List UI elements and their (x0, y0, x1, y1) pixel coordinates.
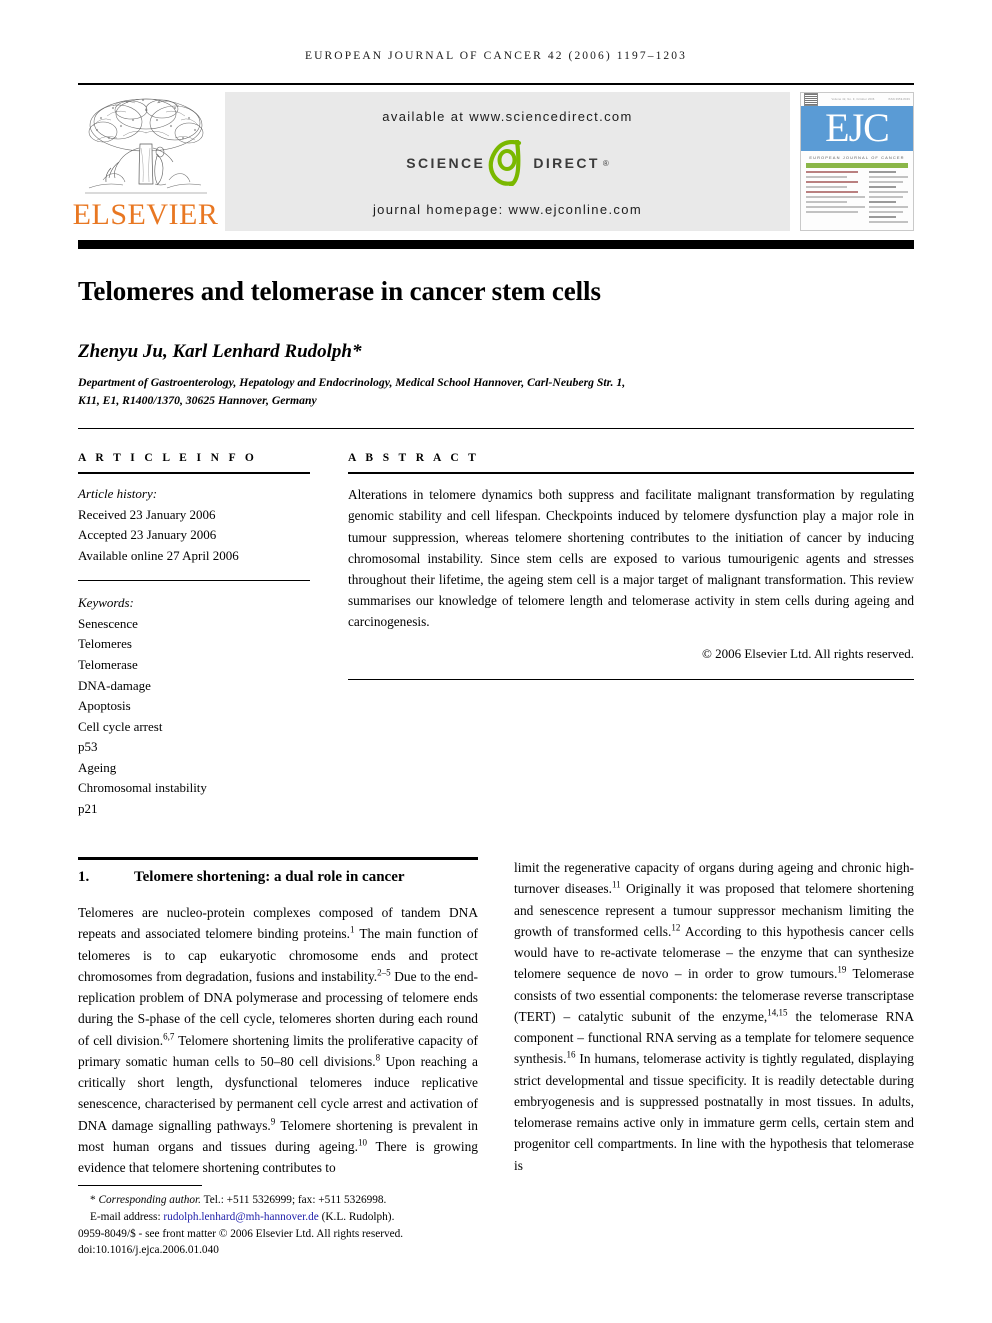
cover-contents-area (801, 171, 913, 230)
available-at-text: available at www.sciencedirect.com (382, 109, 633, 124)
issn-line: 0959-8049/$ - see front matter © 2006 El… (78, 1227, 404, 1240)
cover-contents-bar (806, 162, 908, 168)
affiliation: Department of Gastroenterology, Hepatolo… (78, 374, 914, 410)
cover-publisher-icon (804, 93, 818, 106)
abstract-bottom-rule (348, 679, 914, 681)
keyword-item: Chromosomal instability (78, 780, 207, 796)
cover-tagline: EUROPEAN JOURNAL OF CANCER (809, 154, 905, 160)
corresponding-author-label: Corresponding author. (98, 1194, 202, 1207)
masthead-bottom-bar (78, 240, 914, 249)
keyword-item: DNA-damage (78, 677, 151, 693)
footnote-block: * Corresponding author. Tel.: +511 53269… (78, 1185, 498, 1259)
email-label: E-mail address: (90, 1210, 161, 1223)
email-line: E-mail address: rudolph.lenhard@mh-hanno… (78, 1209, 498, 1226)
sciencedirect-banner: available at www.sciencedirect.com SCIEN… (225, 92, 790, 231)
cover-issn-text: ISSN 0959-8049 (888, 98, 910, 101)
body-left-column: 1. Telomere shortening: a dual role in c… (78, 857, 478, 1178)
email-attribution: (K.L. Rudolph). (321, 1210, 395, 1223)
cover-ejc-logo: EJC (825, 105, 890, 151)
email-link[interactable]: rudolph.lenhard@mh-hannover.de (163, 1211, 318, 1223)
keyword-item: Senescence (78, 615, 138, 631)
title-bottom-rule (78, 428, 914, 430)
cover-logo-band: EJC (801, 106, 913, 151)
article-history-item: Received 23 January 2006 (78, 506, 216, 522)
abstract-heading: A B S T R A C T (348, 452, 480, 465)
body-right-column: limit the regenerative capacity of organ… (514, 857, 914, 1178)
abstract-text: Alterations in telomere dynamics both su… (348, 487, 914, 630)
cover-volume-text: Volume 42, No. 9, October 2006 (831, 98, 875, 101)
abstract-rule (348, 472, 914, 475)
sciencedirect-direct-text: DIRECT (533, 155, 600, 171)
corresponding-marker: * (90, 1194, 96, 1207)
body-region: 1. Telomere shortening: a dual role in c… (78, 857, 914, 1178)
section-title: Telomere shortening: a dual role in canc… (134, 869, 405, 886)
article-history-item: Available online 27 April 2006 (78, 547, 239, 563)
article-info-heading: A R T I C L E I N F O (78, 452, 258, 465)
keyword-item: p53 (78, 739, 98, 755)
keyword-item: p21 (78, 800, 98, 816)
sciencedirect-science-text: SCIENCE (406, 155, 486, 171)
keywords-label: Keywords: (78, 595, 134, 611)
keyword-item: Apoptosis (78, 698, 131, 714)
keywords-rule (78, 580, 310, 582)
registered-trademark-icon: ® (602, 158, 609, 168)
journal-homepage-text: journal homepage: www.ejconline.com (372, 202, 643, 217)
cover-contents-left (806, 171, 865, 226)
masthead: ELSEVIER available at www.sciencedirect.… (73, 92, 914, 231)
body-paragraph-right: limit the regenerative capacity of organ… (514, 860, 915, 1173)
abstract-column: A B S T R A C T Alterations in telomere … (348, 452, 914, 819)
article-history-item: Accepted 23 January 2006 (78, 527, 217, 543)
section-heading: 1. Telomere shortening: a dual role in c… (78, 869, 478, 886)
corresponding-author-contact: Tel.: +511 5326999; fax: +511 5326998. (201, 1194, 387, 1207)
section-number: 1. (78, 869, 90, 886)
cover-contents-right (868, 171, 908, 226)
affiliation-line-1: Department of Gastroenterology, Hepatolo… (78, 376, 626, 389)
author-list: Zhenyu Ju, Karl Lenhard Rudolph* (78, 341, 362, 362)
article-info-rule (78, 472, 310, 475)
journal-article-page: EUROPEAN JOURNAL OF CANCER 42 (2006) 119… (0, 0, 992, 1323)
keyword-item: Cell cycle arrest (78, 718, 163, 734)
journal-cover-thumbnail: Volume 42, No. 9, October 2006 ISSN 0959… (800, 92, 914, 231)
body-columns: 1. Telomere shortening: a dual role in c… (78, 857, 914, 1178)
keyword-item: Telomeres (78, 636, 132, 652)
footnote-rule (78, 1185, 202, 1187)
doi-line: doi:10.1016/j.ejca.2006.01.040 (78, 1244, 219, 1257)
keyword-item: Ageing (78, 759, 117, 775)
corresponding-author-line: * Corresponding author. Tel.: +511 53269… (78, 1192, 498, 1209)
sciencedirect-at-icon (488, 140, 522, 186)
cover-header: Volume 42, No. 9, October 2006 ISSN 0959… (801, 93, 913, 106)
affiliation-line-2: K11, E1, R1400/1370, 30625 Hannover, Ger… (78, 394, 317, 408)
section-top-rule (78, 857, 478, 861)
running-head: EUROPEAN JOURNAL OF CANCER 42 (2006) 119… (305, 50, 687, 62)
article-info-column: A R T I C L E I N F O Article history: R… (78, 452, 310, 819)
elsevier-wordmark: ELSEVIER (72, 198, 219, 231)
abstract-copyright: © 2006 Elsevier Ltd. All rights reserved… (701, 646, 914, 662)
keyword-item: Telomerase (78, 656, 138, 672)
article-history-label: Article history: (78, 486, 158, 502)
page-title: Telomeres and telomerase in cancer stem … (78, 276, 601, 306)
elsevier-tree-icon (84, 98, 207, 194)
masthead-top-rule (78, 83, 914, 85)
info-abstract-region: A R T I C L E I N F O Article history: R… (78, 452, 914, 819)
elsevier-logo-block: ELSEVIER (73, 92, 218, 231)
body-paragraph-left: Telomeres are nucleo-protein complexes c… (78, 905, 479, 1176)
sciencedirect-logo: SCIENCE DIRECT ® (406, 140, 609, 186)
